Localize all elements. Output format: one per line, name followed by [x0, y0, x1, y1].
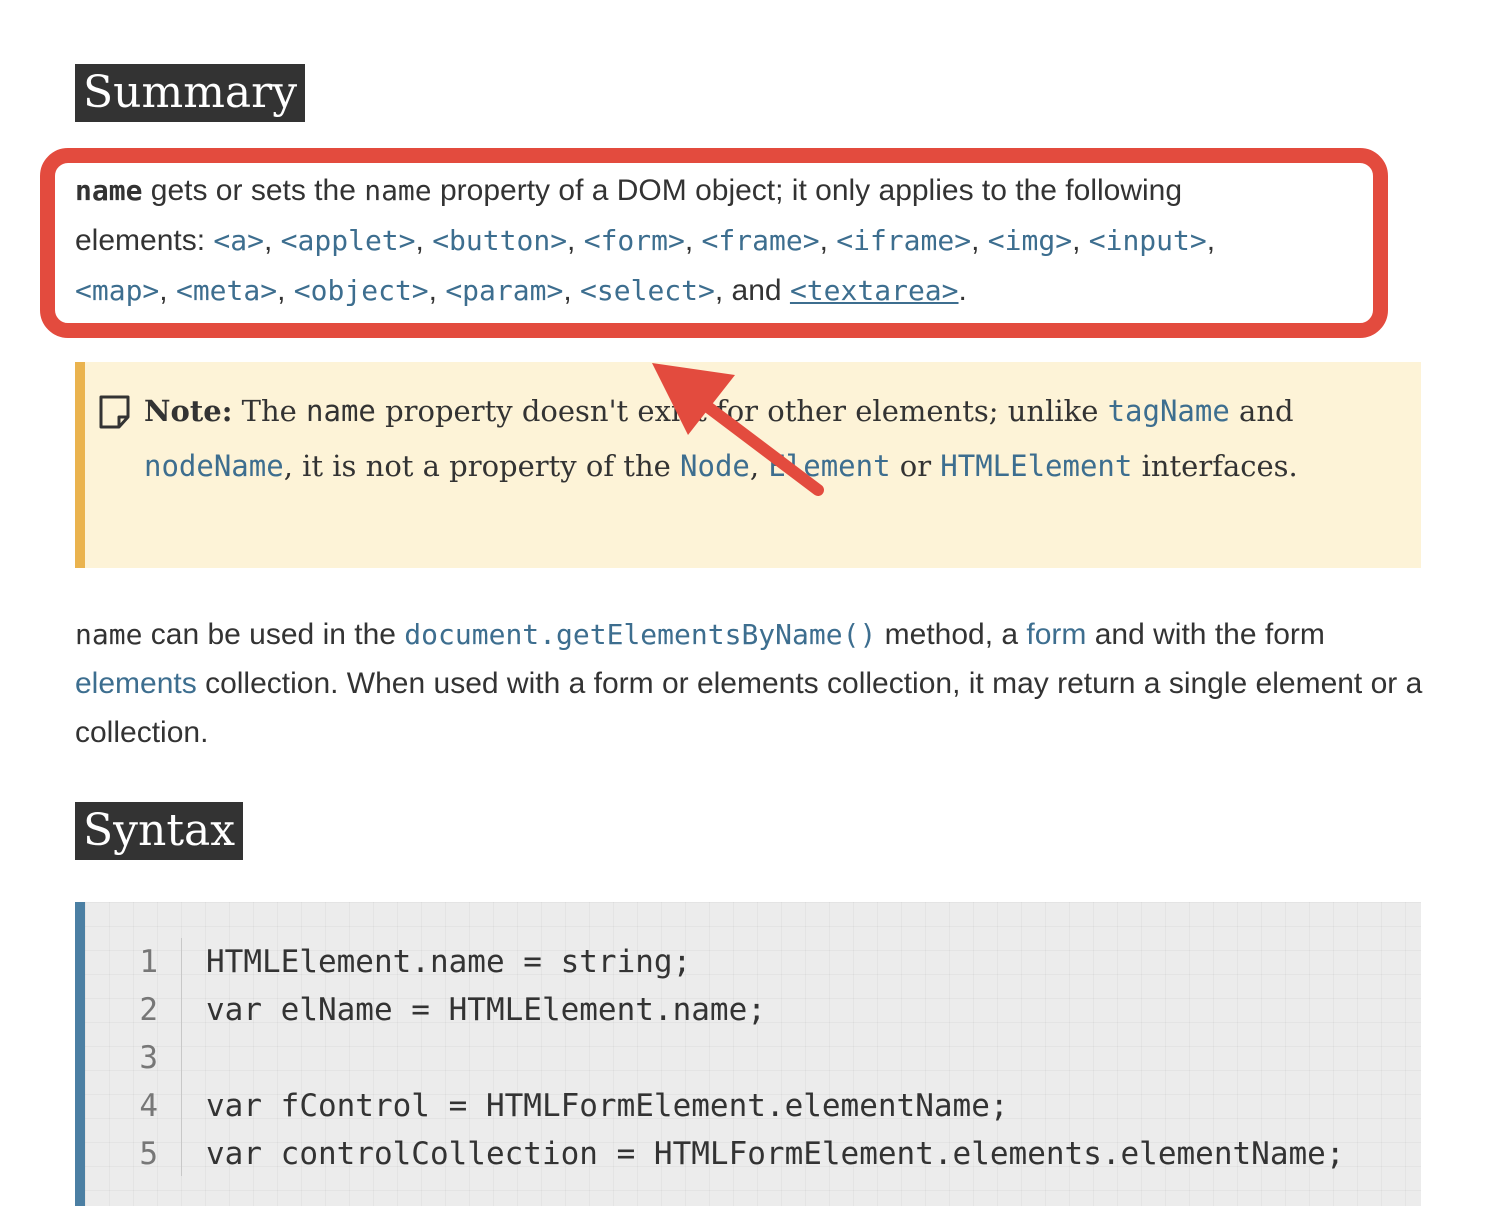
red-arrow-icon: [652, 363, 824, 496]
note-text-7: interfaces.: [1132, 449, 1298, 483]
summary-text-1: gets or sets the: [142, 174, 365, 207]
note-text-3: and: [1229, 394, 1294, 428]
separator-text: ,: [819, 224, 837, 257]
code-line: 3: [120, 1034, 1344, 1082]
code-line: 1 HTMLElement.name = string;: [120, 938, 1344, 986]
element-link-input[interactable]: <input>: [1089, 224, 1207, 257]
code-line: 5 var controlCollection = HTMLFormElement…: [120, 1130, 1344, 1178]
element-link-applet[interactable]: <applet>: [281, 224, 416, 257]
separator-text: ,: [277, 274, 294, 307]
note-text-6: or: [890, 449, 941, 483]
summary-paragraph: name gets or sets the name property of a…: [75, 166, 1375, 316]
note-text-4: , it is not a property of the: [283, 449, 681, 483]
line-number: 5: [139, 1136, 158, 1172]
separator-text: ,: [563, 274, 581, 307]
line-number: 4: [139, 1088, 158, 1124]
element-link-map[interactable]: <map>: [75, 274, 159, 307]
getelementsbyname-link[interactable]: document.getElementsByName(): [404, 618, 876, 651]
note-label: Note:: [144, 394, 233, 428]
separator-text: ,: [159, 274, 176, 307]
htmlelement-link[interactable]: HTMLElement: [940, 449, 1132, 483]
separator-text: ,: [263, 224, 281, 257]
separator-text: ,: [428, 274, 446, 307]
para-text-1: can be used in the: [142, 618, 405, 651]
separator-text: ,: [971, 224, 988, 257]
element-link-frame[interactable]: <frame>: [702, 224, 820, 257]
separator-text: ,: [1072, 224, 1089, 257]
para-text-4: collection. When used with a form or ele…: [75, 667, 1423, 749]
element-link-object[interactable]: <object>: [294, 274, 429, 307]
element-link-param[interactable]: <param>: [445, 274, 563, 307]
line-number: 2: [139, 992, 158, 1028]
note-prop-code: name: [306, 394, 376, 428]
element-link-textarea[interactable]: <textarea>: [790, 274, 959, 307]
element-link-button[interactable]: <button>: [432, 224, 567, 257]
code-lines: 1 HTMLElement.name = string; 2 var elName =…: [120, 938, 1344, 1178]
code-source: var elName = HTMLElement.name;: [206, 992, 766, 1028]
line-number: 1: [139, 944, 158, 980]
description-paragraph: name can be used in the document.getElem…: [75, 610, 1435, 757]
separator-text: , and: [714, 274, 790, 307]
element-link-form[interactable]: <form>: [584, 224, 685, 257]
element-link-iframe[interactable]: <iframe>: [836, 224, 971, 257]
element-link-a[interactable]: <a>: [213, 224, 264, 257]
separator-text: ,: [1206, 224, 1216, 257]
summary-text-3: elements:: [75, 224, 214, 257]
nodename-link[interactable]: nodeName: [144, 449, 284, 483]
code-source: var controlCollection = HTMLFormElement.…: [206, 1136, 1345, 1172]
para-text-3: and with the form: [1086, 618, 1325, 651]
tagname-link[interactable]: tagName: [1108, 394, 1230, 428]
separator-text: .: [958, 274, 967, 307]
note-page-icon: [99, 395, 130, 429]
summary-heading: Summary: [75, 64, 306, 122]
element-link-meta[interactable]: <meta>: [176, 274, 277, 307]
code-source: var fControl = HTMLFormElement.elementNa…: [206, 1088, 1009, 1124]
syntax-heading: Syntax: [75, 802, 244, 860]
summary-prop-code: name: [75, 174, 143, 207]
element-link-select[interactable]: <select>: [580, 274, 715, 307]
code-line: 2 var elName = HTMLElement.name;: [120, 986, 1344, 1034]
para-prop-code: name: [75, 618, 143, 651]
separator-text: ,: [684, 224, 702, 257]
summary-text-2: property of a DOM object; it only applie…: [431, 174, 1183, 207]
para-text-2: method, a: [876, 618, 1027, 651]
code-source: HTMLElement.name = string;: [206, 944, 692, 980]
line-number: 3: [139, 1040, 158, 1076]
separator-text: ,: [415, 224, 433, 257]
code-line: 4 var fControl = HTMLFormElement.elementN…: [120, 1082, 1344, 1130]
note-text-1: The: [232, 394, 307, 428]
form-link[interactable]: form: [1026, 618, 1086, 651]
elements-link[interactable]: elements: [75, 667, 197, 700]
element-link-img[interactable]: <img>: [988, 224, 1072, 257]
summary-prop2-code: name: [364, 174, 432, 207]
separator-text: ,: [567, 224, 584, 257]
